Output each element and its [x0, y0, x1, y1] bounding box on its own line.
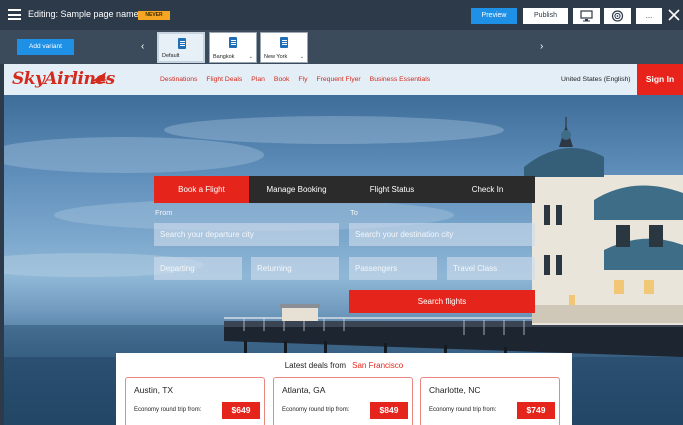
target-icon	[611, 10, 624, 22]
desktop-icon	[580, 10, 593, 22]
search-flights-button[interactable]: Search flights	[349, 290, 535, 313]
deals-panel: Latest deals from San Francisco Austin, T…	[116, 353, 572, 425]
add-variant-button[interactable]: Add variant	[17, 39, 74, 55]
chevron-right-icon[interactable]: ›	[540, 41, 543, 52]
publish-button[interactable]: Publish	[523, 8, 568, 24]
deal-price[interactable]: $849	[370, 402, 408, 419]
deal-fare-label: Economy round trip from:	[429, 407, 497, 413]
locale-selector[interactable]: United States (English)	[561, 76, 631, 83]
deal-fare-label: Economy round trip from:	[282, 407, 350, 413]
variant-bangkok[interactable]: Bangkok ⌄	[209, 32, 257, 63]
document-icon	[280, 37, 288, 48]
deal-card[interactable]: Charlotte, NC Economy round trip from: $…	[420, 377, 560, 425]
travel-class-input[interactable]	[447, 257, 535, 280]
deals-origin-city[interactable]: San Francisco	[352, 361, 403, 370]
deal-city: Charlotte, NC	[429, 385, 481, 395]
nav-business-essentials[interactable]: Business Essentials	[370, 76, 430, 83]
variant-label: Bangkok	[213, 54, 235, 60]
chevron-down-icon[interactable]: ⌄	[300, 54, 304, 60]
editing-page-title: Editing: Sample page name	[28, 9, 139, 19]
deals-title: Latest deals from	[284, 361, 347, 370]
document-icon	[229, 37, 237, 48]
target-button[interactable]	[604, 8, 631, 24]
destination-city-input[interactable]	[349, 223, 535, 246]
deal-card[interactable]: Austin, TX Economy round trip from: $649	[125, 377, 265, 425]
returning-date-input[interactable]	[251, 257, 339, 280]
document-icon	[178, 38, 186, 49]
booking-tabs: Book a Flight Manage Booking Flight Stat…	[154, 176, 535, 203]
nav-fly[interactable]: Fly	[298, 76, 307, 83]
tab-check-in[interactable]: Check In	[440, 176, 535, 203]
variant-new-york[interactable]: New York ⌄	[260, 32, 308, 63]
deal-price[interactable]: $749	[517, 402, 555, 419]
tab-book-a-flight[interactable]: Book a Flight	[154, 176, 249, 203]
tab-manage-booking[interactable]: Manage Booking	[249, 176, 344, 203]
variant-label: New York	[264, 54, 288, 60]
device-preview-button[interactable]	[573, 8, 600, 24]
from-label: From	[155, 208, 173, 217]
main-nav: Destinations Flight Deals Plan Book Fly …	[160, 76, 439, 83]
preview-button[interactable]: Preview	[471, 8, 517, 24]
deals-heading: Latest deals from San Francisco	[116, 361, 572, 370]
editor-toolbar: Editing: Sample page name NEVER Preview …	[0, 0, 683, 30]
plane-logo-icon	[92, 72, 108, 84]
to-label: To	[350, 208, 358, 217]
site-header: SkyAirlines Destinations Flight Deals Pl…	[4, 64, 683, 95]
nav-frequent-flyer[interactable]: Frequent Flyer	[316, 76, 360, 83]
tab-flight-status[interactable]: Flight Status	[344, 176, 440, 203]
hamburger-icon[interactable]	[8, 9, 21, 20]
deal-city: Austin, TX	[134, 385, 174, 395]
variant-label: Default	[162, 53, 180, 59]
passengers-input[interactable]	[349, 257, 437, 280]
status-badge: NEVER	[138, 11, 170, 20]
nav-flight-deals[interactable]: Flight Deals	[206, 76, 242, 83]
departure-city-input[interactable]	[154, 223, 339, 246]
nav-destinations[interactable]: Destinations	[160, 76, 197, 83]
deal-price[interactable]: $649	[222, 402, 260, 419]
nav-book[interactable]: Book	[274, 76, 290, 83]
deal-fare-label: Economy round trip from:	[134, 407, 202, 413]
close-icon[interactable]	[667, 7, 681, 23]
deal-city: Atlanta, GA	[282, 385, 326, 395]
variant-default[interactable]: Default	[157, 32, 205, 63]
departing-date-input[interactable]	[154, 257, 242, 280]
chevron-down-icon[interactable]: ⌄	[249, 54, 253, 60]
variant-bar: Add variant ‹ Default Bangkok ⌄ New York…	[0, 30, 683, 64]
more-options-button[interactable]: ...	[636, 8, 662, 24]
sign-in-button[interactable]: Sign In	[637, 64, 683, 95]
chevron-left-icon[interactable]: ‹	[141, 41, 144, 52]
deal-card[interactable]: Atlanta, GA Economy round trip from: $84…	[273, 377, 413, 425]
nav-plan[interactable]: Plan	[251, 76, 265, 83]
